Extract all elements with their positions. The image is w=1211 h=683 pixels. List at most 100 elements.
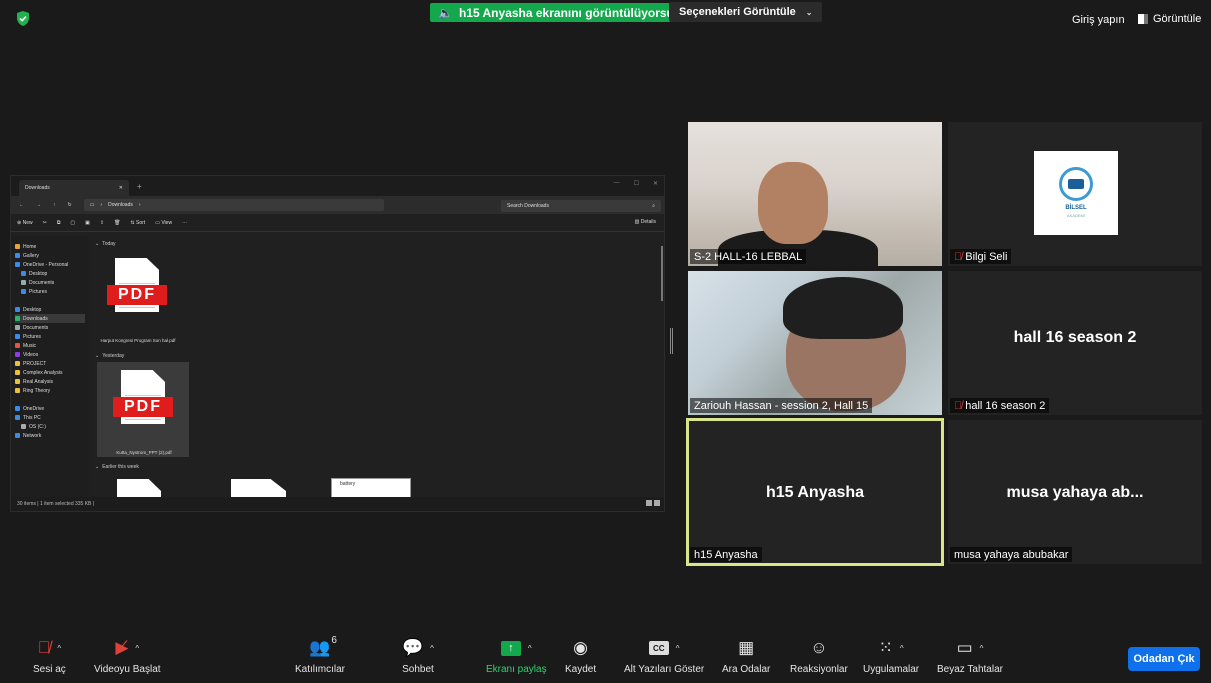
profile-logo: BİLSEL AKADEMİ bbox=[1034, 151, 1118, 235]
reactions-button[interactable]: ☺ Reaksiyonlar bbox=[790, 637, 848, 675]
chat-icon: 💬 bbox=[402, 638, 424, 657]
signin-link[interactable]: Giriş yapın bbox=[1072, 14, 1125, 26]
folder-icon bbox=[15, 388, 20, 393]
new-tab-icon: + bbox=[137, 181, 142, 191]
share-banner-text: h15 Anyasha ekranını görüntülüyorsunuz bbox=[458, 5, 695, 20]
sidebar-item: OneDrive bbox=[15, 404, 85, 413]
participants-button[interactable]: 👥 6 Katılımcılar bbox=[295, 635, 345, 675]
folder-icon bbox=[15, 244, 20, 249]
video-tile-active-speaker[interactable]: h15 Anyasha h15 Anyasha bbox=[686, 418, 944, 566]
sidebar-item: Ring Theory bbox=[15, 386, 85, 395]
security-shield-icon[interactable] bbox=[15, 10, 31, 27]
participant-name-text: h15 Anyasha bbox=[694, 548, 758, 561]
caret-up-icon[interactable]: ^ bbox=[135, 644, 139, 653]
folder-icon bbox=[15, 352, 20, 357]
caret-up-icon[interactable]: ^ bbox=[900, 644, 904, 653]
participant-name-text: musa yahaya abubakar bbox=[954, 548, 1069, 561]
explorer-status-bar: 30 items | 1 item selected 335 KB | bbox=[11, 497, 664, 511]
captions-icon: CC bbox=[648, 641, 669, 655]
share-screen-button[interactable]: ↑ ^ Ekranı paylaş bbox=[486, 637, 547, 675]
video-tile[interactable]: musa yahaya ab... musa yahaya abubakar bbox=[948, 420, 1202, 564]
view-options-button[interactable]: Seçenekleri Görüntüle ⌄ bbox=[669, 2, 823, 22]
group-earlier-label: Earlier this week bbox=[102, 464, 139, 470]
sidebar-item-label: This PC bbox=[23, 414, 41, 421]
pdf-badge: PDF bbox=[113, 397, 173, 417]
leave-meeting-button[interactable]: Odadan Çık bbox=[1128, 647, 1200, 671]
sidebar-item: Documents bbox=[15, 323, 85, 332]
group-today-label: Today bbox=[102, 241, 116, 247]
sidebar-item-label: Documents bbox=[29, 279, 55, 286]
caret-up-icon[interactable]: ^ bbox=[980, 644, 984, 653]
reactions-icon: ☺ bbox=[810, 638, 828, 657]
caret-up-icon[interactable]: ^ bbox=[676, 644, 680, 653]
speaker-icon: 🔈 bbox=[438, 5, 453, 20]
share-view-splitter[interactable] bbox=[670, 328, 673, 354]
caret-up-icon[interactable]: ^ bbox=[528, 644, 532, 653]
participant-name: 🎙̸ Bilgi Seli bbox=[950, 249, 1012, 264]
group-today: ⌄ Today bbox=[95, 240, 660, 248]
view-button[interactable]: Görüntüle bbox=[1138, 13, 1201, 25]
zoom-meeting-window: 🔈 h15 Anyasha ekranını görüntülüyorsunuz… bbox=[0, 0, 1211, 683]
captions-button[interactable]: CC ^ Alt Yazıları Göster bbox=[624, 637, 704, 675]
participant-name: musa yahaya abubakar bbox=[950, 547, 1073, 562]
explorer-view: ▭ View bbox=[155, 219, 173, 226]
video-off-icon: ▶̸ bbox=[115, 638, 129, 657]
whiteboard-button[interactable]: ▭ ^ Beyaz Tahtalar bbox=[937, 637, 1003, 675]
explorer-search-placeholder: Search Downloads bbox=[507, 203, 549, 209]
sidebar-item: Complex Analysis bbox=[15, 368, 85, 377]
tile-view-icon bbox=[654, 500, 660, 506]
captions-label: Alt Yazıları Göster bbox=[624, 664, 705, 675]
record-label: Kaydet bbox=[565, 664, 597, 675]
sidebar-item: Pictures bbox=[15, 287, 85, 296]
video-button[interactable]: ▶̸ ^ Videoyu Başlat bbox=[94, 637, 161, 675]
chevron-down-icon: ⌄ bbox=[95, 464, 100, 470]
audio-button[interactable]: 🎙̸ ^ Sesi aç bbox=[33, 637, 66, 675]
sidebar-item: OneDrive - Personal bbox=[15, 260, 85, 269]
chevron-right-icon: › bbox=[100, 202, 103, 208]
video-tile[interactable]: Zariouh Hassan - session 2, Hall 15 bbox=[688, 271, 942, 415]
participants-icon: 👥 bbox=[309, 638, 331, 657]
video-tile[interactable]: BİLSEL AKADEMİ 🎙̸ Bilgi Seli bbox=[948, 122, 1202, 266]
explorer-details: ▥ Details bbox=[634, 219, 656, 225]
video-tile[interactable]: hall 16 season 2 🎙̸ hall 16 season 2 bbox=[948, 271, 1202, 415]
folder-icon bbox=[21, 271, 26, 276]
caret-up-icon[interactable]: ^ bbox=[57, 644, 61, 653]
file-name: Harput Kongresi Program Son hal.pdf bbox=[100, 338, 176, 343]
sidebar-item-label: Music bbox=[23, 342, 37, 349]
breakout-rooms-button[interactable]: ▦ Ara Odalar bbox=[722, 637, 770, 675]
sidebar-item-label: Ring Theory bbox=[23, 387, 51, 394]
sidebar-item: Videos bbox=[15, 350, 85, 359]
view-options-label: Seçenekleri Görüntüle bbox=[679, 6, 796, 18]
file-thumbnail bbox=[117, 479, 161, 499]
explorer-status-text: 30 items | 1 item selected 335 KB | bbox=[17, 501, 95, 507]
logo-subtitle: AKADEMİ bbox=[1066, 213, 1085, 218]
file-item: PDF Harput Kongresi Program Son hal.pdf bbox=[91, 250, 183, 345]
explorer-tab: Downloads ✕ bbox=[19, 180, 129, 196]
sidebar-item-label: PROJECT bbox=[23, 360, 47, 367]
folder-icon bbox=[15, 370, 20, 375]
back-arrow-icon: ← bbox=[19, 202, 24, 208]
explorer-more: ··· bbox=[182, 219, 188, 226]
whiteboard-icon: ▭ bbox=[956, 638, 973, 657]
video-tile[interactable]: S-2 HALL-16 LEBBAL bbox=[688, 122, 942, 266]
participant-name: 🎙̸ hall 16 season 2 bbox=[950, 398, 1050, 413]
mic-muted-icon: 🎙̸ bbox=[954, 399, 963, 412]
sidebar-item-label: OneDrive - Personal bbox=[23, 261, 69, 268]
explorer-sort-label: Sort bbox=[136, 219, 146, 226]
record-button[interactable]: ◉ Kaydet bbox=[565, 637, 596, 675]
sidebar-item: Real Analysis bbox=[15, 377, 85, 386]
chat-button[interactable]: 💬 ^ Sohbet bbox=[402, 637, 434, 675]
layout-icon bbox=[1138, 14, 1148, 24]
folder-icon bbox=[15, 253, 20, 258]
cut-icon: ✂ bbox=[42, 219, 47, 226]
explorer-file-area: ⌄ Today PDF Harput Kongresi Program Son h… bbox=[89, 236, 664, 499]
sidebar-item: Network bbox=[15, 431, 85, 440]
sidebar-item: Gallery bbox=[15, 251, 85, 260]
sidebar-item-label: Complex Analysis bbox=[23, 369, 63, 376]
group-yesterday-label: Yesterday bbox=[102, 353, 125, 359]
apps-button[interactable]: ⁙ ^ Uygulamalar bbox=[863, 637, 919, 675]
window-controls: — ☐ ✕ bbox=[614, 180, 658, 187]
pdf-badge: PDF bbox=[107, 285, 167, 305]
caret-up-icon[interactable]: ^ bbox=[430, 644, 434, 653]
